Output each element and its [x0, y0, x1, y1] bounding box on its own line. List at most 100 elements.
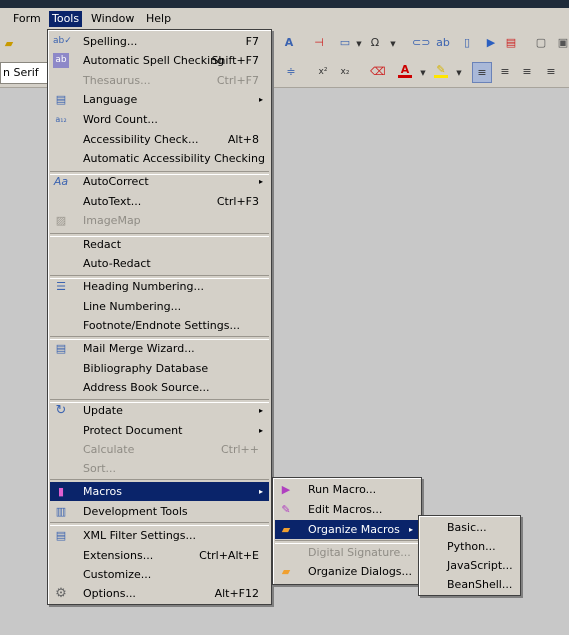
menu-item-options[interactable]: ⚙ Options... Alt+F12 [50, 584, 269, 603]
subscript-icon[interactable]: x₂ [338, 65, 352, 79]
menu-window[interactable]: Window [88, 11, 137, 27]
submenu-arrow-icon: ▸ [408, 525, 413, 534]
comment-icon[interactable]: ▢ [534, 36, 548, 50]
organize-macros-icon: ▰ [281, 523, 291, 536]
menu-item-label: Redact [83, 238, 122, 251]
menu-item-thesaurus: Thesaurus... Ctrl+F7 [50, 71, 269, 90]
justify-icon[interactable]: ≡ [544, 65, 558, 79]
mail-merge-icon: ▤ [55, 342, 67, 355]
menu-item-automatic-accessibility-checking[interactable]: Automatic Accessibility Checking [50, 149, 269, 168]
menu-item-calculate: Calculate Ctrl++ [50, 440, 269, 459]
menu-item-automatic-spell-checking[interactable]: ab Automatic Spell Checking Shift+F7 [50, 51, 269, 70]
menu-item-beanshell[interactable]: BeanShell... [421, 575, 518, 594]
bookmark-icon[interactable]: ▶ [484, 36, 498, 50]
menu-item-auto-redact[interactable]: Auto-Redact [50, 254, 269, 273]
special-character-icon[interactable]: Ω [368, 36, 382, 50]
update-icon: ↻ [55, 403, 67, 418]
align-left-icon[interactable]: ≡ [472, 62, 492, 83]
menu-item-spelling[interactable]: ab✓ Spelling... F7 [50, 32, 269, 51]
menu-item-line-numbering[interactable]: Line Numbering... [50, 297, 269, 316]
submenu-arrow-icon: ▸ [258, 177, 263, 186]
menu-item-label: BeanShell... [447, 578, 513, 591]
menu-item-shortcut: Alt+8 [227, 133, 259, 146]
menu-item-label: JavaScript... [447, 559, 513, 572]
menu-form[interactable]: Form [10, 11, 44, 27]
menu-item-digital-signature: Digital Signature... [275, 543, 419, 562]
organize-dialogs-icon: ▰ [281, 565, 291, 578]
menu-item-javascript[interactable]: JavaScript... [421, 556, 518, 575]
menu-item-shortcut: Ctrl+F3 [216, 195, 259, 208]
window-title-strip [0, 0, 569, 8]
menu-item-footnote-endnote-settings[interactable]: Footnote/Endnote Settings... [50, 316, 269, 335]
align-right-icon[interactable]: ≡ [520, 65, 534, 79]
menu-item-macros[interactable]: ▮ Macros ▸ [50, 482, 269, 501]
menu-item-autotext[interactable]: AutoText... Ctrl+F3 [50, 192, 269, 211]
cross-reference-icon[interactable]: ▤ [504, 36, 518, 50]
menu-help[interactable]: Help [143, 11, 174, 27]
imagemap-icon: ▨ [55, 214, 67, 227]
menu-item-label: Calculate [83, 443, 135, 456]
menu-item-update[interactable]: ↻ Update ▸ [50, 401, 269, 420]
track-changes-icon[interactable]: ▣ [556, 36, 569, 50]
strikethrough-icon[interactable]: ≑ [284, 65, 298, 79]
menu-item-label: AutoCorrect [83, 175, 149, 188]
menu-item-redact[interactable]: Redact [50, 235, 269, 254]
special-char-dropdown-icon[interactable]: ▼ [386, 37, 400, 51]
organize-macros-submenu: Basic... Python... JavaScript... BeanShe… [418, 515, 521, 596]
insert-field-icon[interactable]: ▭ [338, 36, 352, 50]
highlight-dropdown-icon[interactable]: ▼ [452, 66, 466, 80]
menu-item-label: XML Filter Settings... [83, 529, 196, 542]
hyperlink-icon[interactable]: ⊂⊃ [412, 36, 430, 50]
menu-item-edit-macros[interactable]: ✎ Edit Macros... [275, 500, 419, 519]
menu-item-customize[interactable]: Customize... [50, 565, 269, 584]
superscript-icon[interactable]: x² [316, 65, 330, 79]
menu-item-imagemap: ▨ ImageMap [50, 211, 269, 230]
menu-item-label: Run Macro... [308, 483, 377, 496]
menu-item-label: Options... [83, 587, 136, 600]
paste-icon[interactable]: ▰ [2, 37, 16, 51]
menu-item-xml-filter-settings[interactable]: ▤ XML Filter Settings... [50, 526, 269, 545]
menu-item-address-book-source[interactable]: Address Book Source... [50, 378, 269, 397]
fontwork-icon[interactable]: A [282, 36, 296, 50]
menu-item-label: Address Book Source... [83, 381, 210, 394]
heading-numbering-icon: ☰ [56, 280, 66, 293]
menu-item-development-tools[interactable]: ▥ Development Tools [50, 502, 269, 521]
menu-item-language[interactable]: ▤ Language ▸ [50, 90, 269, 109]
menu-item-organize-dialogs[interactable]: ▰ Organize Dialogs... [275, 562, 419, 581]
menu-item-label: ImageMap [83, 214, 141, 227]
font-color-dropdown-icon[interactable]: ▼ [416, 66, 430, 80]
page-break-icon[interactable]: ⊣ [312, 36, 326, 50]
endnote-icon[interactable]: ▯ [460, 36, 474, 50]
menu-item-heading-numbering[interactable]: ☰ Heading Numbering... [50, 277, 269, 296]
menu-item-label: Macros [83, 485, 123, 498]
highlight-color-icon[interactable]: ✎ [434, 64, 448, 78]
font-color-icon[interactable]: A [398, 64, 412, 78]
auto-spell-icon: ab [53, 53, 69, 68]
menu-item-label: Heading Numbering... [83, 280, 204, 293]
menu-tools[interactable]: Tools [49, 11, 83, 27]
run-macro-icon: ▶ [281, 483, 291, 496]
menu-item-protect-document[interactable]: Protect Document ▸ [50, 421, 269, 440]
menu-item-organize-macros[interactable]: ▰ Organize Macros ▸ [275, 520, 419, 539]
menu-item-extensions[interactable]: Extensions... Ctrl+Alt+E [50, 546, 269, 565]
font-name-box[interactable]: n Serif [0, 62, 48, 84]
menu-item-autocorrect[interactable]: Aa AutoCorrect ▸ [50, 172, 269, 191]
menu-item-label: Word Count... [83, 113, 158, 126]
menu-item-word-count[interactable]: a₁₂ Word Count... [50, 110, 269, 129]
menu-item-label: Protect Document [83, 424, 183, 437]
clear-formatting-icon[interactable]: ⌫ [370, 65, 386, 79]
menu-item-label: Thesaurus... [83, 74, 151, 87]
menu-item-label: Accessibility Check... [83, 133, 199, 146]
menu-item-label: Automatic Accessibility Checking [83, 152, 265, 165]
menu-item-mail-merge-wizard[interactable]: ▤ Mail Merge Wizard... [50, 339, 269, 358]
menu-item-accessibility-check[interactable]: Accessibility Check... Alt+8 [50, 130, 269, 149]
menu-item-sort: Sort... [50, 459, 269, 478]
field-dropdown-icon[interactable]: ▼ [352, 37, 366, 51]
align-center-icon[interactable]: ≡ [498, 65, 512, 79]
menu-item-run-macro[interactable]: ▶ Run Macro... [275, 480, 419, 499]
footnote-icon[interactable]: ab [436, 36, 450, 50]
menu-item-bibliography-database[interactable]: Bibliography Database [50, 359, 269, 378]
menu-item-basic[interactable]: Basic... [421, 518, 518, 537]
menu-item-label: Organize Macros [308, 523, 400, 536]
menu-item-python[interactable]: Python... [421, 537, 518, 556]
